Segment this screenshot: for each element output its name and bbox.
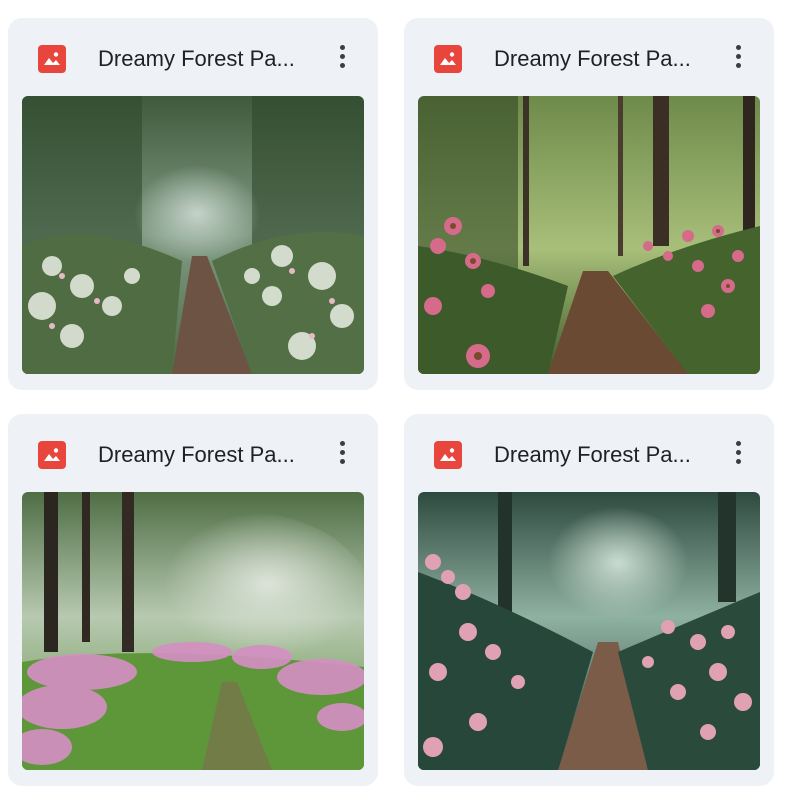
file-card-4[interactable]: Dreamy Forest Pa... xyxy=(404,414,774,786)
file-thumbnail[interactable] xyxy=(22,492,364,770)
file-thumbnail[interactable] xyxy=(418,96,760,374)
file-grid: Dreamy Forest Pa... Dreamy Forest Pa... … xyxy=(0,0,790,790)
more-vert-icon[interactable] xyxy=(327,430,357,474)
file-name: Dreamy Forest Pa... xyxy=(98,46,295,71)
more-vert-icon[interactable] xyxy=(723,34,753,78)
file-card-1[interactable]: Dreamy Forest Pa... xyxy=(8,18,378,390)
image-file-icon xyxy=(38,45,66,73)
file-name: Dreamy Forest Pa... xyxy=(494,46,691,71)
file-card-2[interactable]: Dreamy Forest Pa... xyxy=(404,18,774,390)
file-thumbnail[interactable] xyxy=(22,96,364,374)
file-name: Dreamy Forest Pa... xyxy=(494,442,691,467)
more-vert-icon[interactable] xyxy=(327,34,357,78)
more-vert-icon[interactable] xyxy=(723,430,753,474)
file-name: Dreamy Forest Pa... xyxy=(98,442,295,467)
image-file-icon xyxy=(434,441,462,469)
image-file-icon xyxy=(38,441,66,469)
file-card-3[interactable]: Dreamy Forest Pa... xyxy=(8,414,378,786)
image-file-icon xyxy=(434,45,462,73)
file-thumbnail[interactable] xyxy=(418,492,760,770)
